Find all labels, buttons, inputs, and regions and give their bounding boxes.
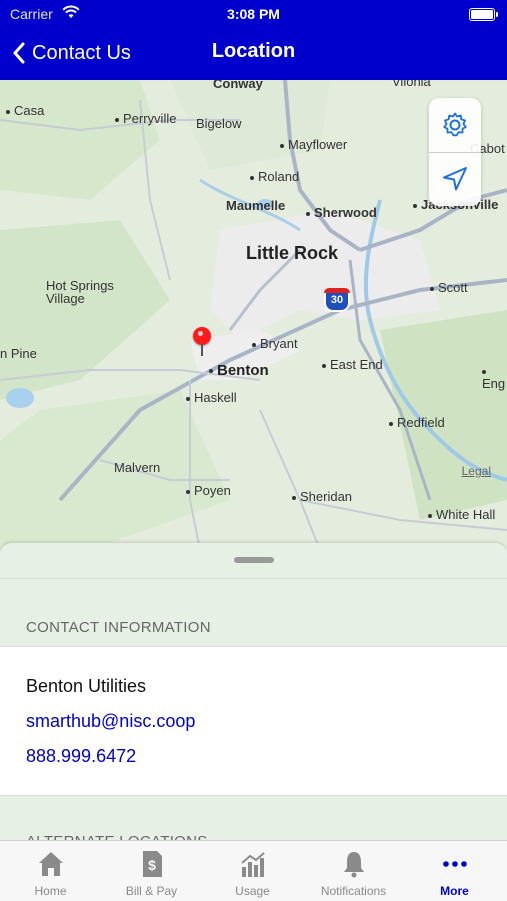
tab-more[interactable]: More [404, 841, 505, 901]
top-bar: Carrier 3:08 PM Contact Us Location [0, 0, 507, 80]
map-label-benton: Benton [209, 363, 269, 378]
sheet-grabber[interactable] [234, 557, 274, 563]
contact-name: Benton Utilities [26, 676, 147, 696]
interstate-shield: 30 [324, 288, 350, 312]
home-icon [39, 852, 63, 876]
tab-home-label: Home [34, 884, 67, 898]
map-label-roland: Roland [250, 170, 299, 183]
map-label-maumelle: Maumelle [226, 198, 286, 213]
map-tools [429, 98, 481, 206]
map-label-england: Eng [482, 364, 507, 390]
map-label-sherwood: Sherwood [306, 206, 377, 219]
map-label-sheridan: Sheridan [292, 490, 352, 503]
tab-usage-label: Usage [235, 884, 270, 898]
gear-icon [443, 112, 467, 137]
usage-chart-icon [241, 852, 265, 877]
map-label-conway: Conway [213, 80, 263, 91]
map-label-bryant: Bryant [252, 337, 298, 350]
tab-more-label: More [440, 884, 469, 898]
map-view[interactable]: Conway Vilonia Casa Perryville Bigelow M… [0, 80, 507, 550]
tab-bill-pay[interactable]: $ Bill & Pay [101, 841, 202, 901]
status-bar: Carrier 3:08 PM [0, 0, 507, 28]
map-label-hot-springs-village: Hot Springs Village [46, 278, 114, 306]
map-label-vilonia: Vilonia [392, 80, 431, 89]
tab-notifications-label: Notifications [320, 884, 387, 898]
contact-phone-link[interactable]: 888.999.6472 [26, 746, 136, 767]
map-label-haskell: Haskell [186, 391, 237, 404]
map-label-scott: Scott [430, 281, 468, 294]
info-sheet: CONTACT INFORMATION Benton Utilities sma… [0, 543, 507, 843]
map-label-perryville: Perryville [115, 112, 176, 125]
contact-card: Benton Utilities smarthub@nisc.coop 888.… [0, 646, 507, 796]
map-label-redfield: Redfield [389, 416, 445, 429]
svg-text:$: $ [148, 857, 156, 873]
location-pin-stem [201, 344, 203, 356]
bill-icon: $ [143, 851, 162, 877]
bell-icon [344, 852, 364, 878]
location-arrow-icon [443, 167, 467, 191]
map-label-malvern: Malvern [114, 460, 161, 475]
location-pin[interactable] [193, 327, 211, 345]
contact-section-header: CONTACT INFORMATION [26, 619, 211, 636]
current-location-button[interactable] [429, 152, 481, 206]
more-dots-icon [443, 861, 467, 867]
tab-bar: Home $ Bill & Pay Usage Notifications Mo… [0, 840, 507, 901]
map-label-mayflower: Mayflower [280, 138, 347, 151]
navigation-bar: Contact Us Location [0, 30, 507, 76]
tab-home[interactable]: Home [0, 841, 101, 901]
page-title: Location [211, 40, 296, 62]
map-label-east-end: East End [322, 358, 383, 371]
tab-usage[interactable]: Usage [202, 841, 303, 901]
map-label-white-hall: White Hall [428, 508, 495, 521]
map-settings-button[interactable] [429, 98, 481, 152]
legal-link[interactable]: Legal [462, 464, 491, 478]
map-label-casa: Casa [6, 104, 44, 117]
contact-email-link[interactable]: smarthub@nisc.coop [26, 711, 195, 732]
map-label-pine: n Pine [0, 346, 37, 361]
map-label-little-rock: Little Rock [246, 243, 339, 263]
tab-notifications[interactable]: Notifications [303, 841, 404, 901]
battery-icon [469, 8, 498, 21]
sheet-divider [0, 578, 507, 579]
status-time: 3:08 PM [227, 6, 280, 22]
tab-bill-pay-label: Bill & Pay [125, 884, 178, 898]
map-label-bigelow: Bigelow [196, 116, 242, 131]
map-label-poyen: Poyen [186, 484, 231, 497]
